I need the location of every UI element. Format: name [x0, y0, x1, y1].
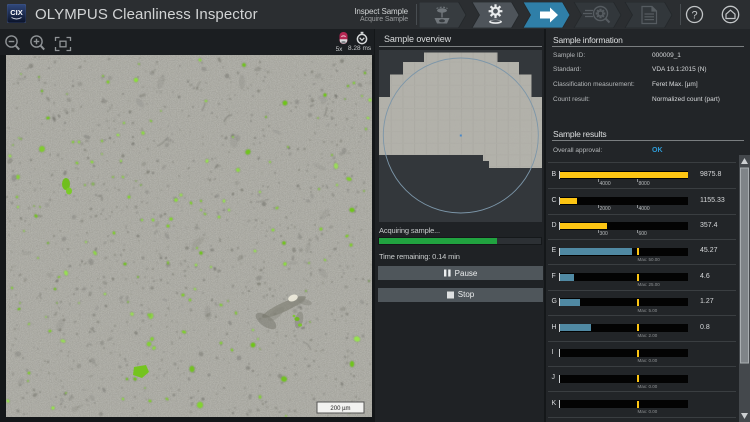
svg-text:?: ? [691, 9, 697, 21]
svg-text:CIX: CIX [10, 8, 23, 17]
svg-text:200 µm: 200 µm [330, 406, 350, 412]
